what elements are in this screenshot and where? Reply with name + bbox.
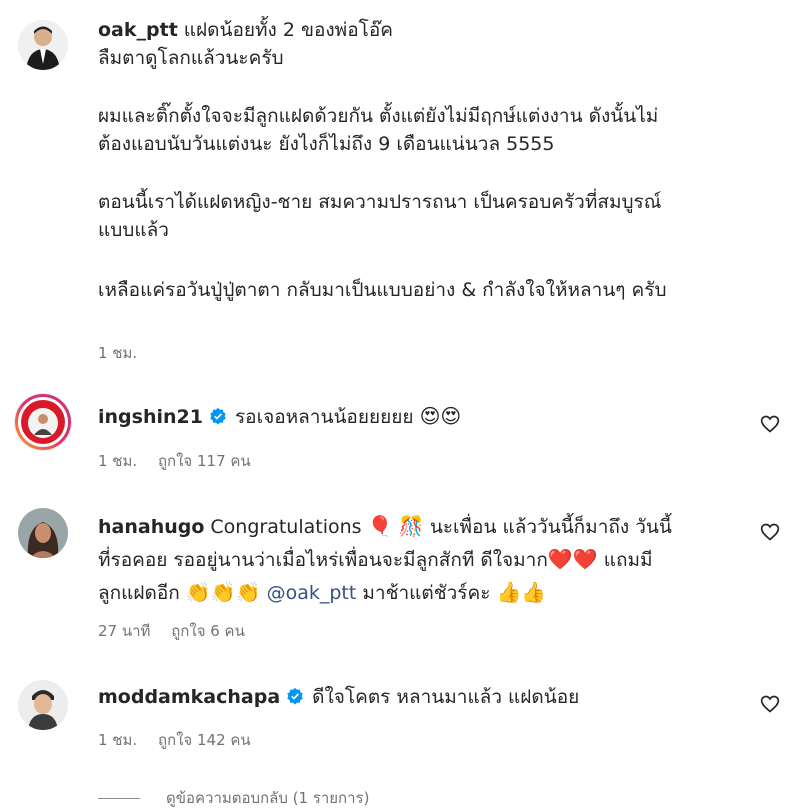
avatar-ingshin21[interactable] xyxy=(14,393,72,451)
avatar-hanahugo[interactable] xyxy=(18,508,68,558)
heart-outline-icon[interactable] xyxy=(760,522,780,542)
avatar-image xyxy=(18,680,68,730)
username[interactable]: moddamkachapa xyxy=(98,686,280,708)
avatar-moddamkachapa[interactable] xyxy=(18,680,68,730)
comment-paragraph: ตอนนี้เราได้แฝดหญิง-ชาย สมความปรารถนา เป… xyxy=(98,191,662,241)
emoji: 😍😍 xyxy=(419,404,462,428)
emoji: 🎈 🎊 xyxy=(367,514,424,538)
comment-paragraph: เหลือแค่รอวันปู่ปู่ตาตา กลับมาเป็นแบบอย่… xyxy=(98,279,667,301)
comment-likes[interactable]: ถูกใจ 6 คน xyxy=(171,622,245,640)
avatar-oak_ptt[interactable] xyxy=(18,20,68,70)
replies-divider xyxy=(98,797,140,799)
avatar-image xyxy=(18,508,68,558)
view-replies-label: ดูข้อความตอบกลับ (1 รายการ) xyxy=(166,789,370,807)
comment-text: แถมมี xyxy=(603,549,653,571)
comment-time: 1 ชม. xyxy=(98,731,138,749)
comment-text: Congratulations xyxy=(210,516,362,538)
avatar-image xyxy=(15,394,71,450)
comment-likes[interactable]: ถูกใจ 142 คน xyxy=(158,731,251,749)
emoji: 👏👏👏 xyxy=(185,580,261,604)
emoji: ❤️❤️ xyxy=(547,547,598,571)
comment-text: รอเจอหลานน้อยยยยย xyxy=(234,406,414,428)
emoji: 👍👍 xyxy=(496,580,547,604)
heart-outline-icon[interactable] xyxy=(760,694,780,714)
comment-line: ลูกแฝดอีก 👏👏👏 @oak_ptt มาช้าแต่ชัวร์คะ 👍… xyxy=(98,578,758,607)
comment-first-line: moddamkachapa ดีใจโคตร หลานมาแล้ว แฝดน้อย xyxy=(98,683,758,711)
view-replies-button[interactable]: ดูข้อความตอบกลับ (1 รายการ) xyxy=(98,786,369,810)
comment-line: hanahugo Congratulations 🎈 🎊 นะเพื่อน แล้… xyxy=(98,512,758,541)
comment-meta: 27 นาที ถูกใจ 6 คน xyxy=(98,619,261,643)
comment-time: 1 ชม. xyxy=(98,452,138,470)
comment-meta: 1 ชม. ถูกใจ 117 คน xyxy=(98,449,267,473)
mention-link[interactable]: @oak_ptt xyxy=(267,582,357,604)
comment-text: ที่รอคอย รออยู่นานว่าเมื่อไหร่เพื่อนจะมี… xyxy=(98,549,548,571)
comment-meta: 1 ชม. xyxy=(98,341,153,365)
heart-outline-icon[interactable] xyxy=(760,414,780,434)
username[interactable]: hanahugo xyxy=(98,516,204,538)
comment-time: 1 ชม. xyxy=(98,344,138,362)
comment-line: ที่รอคอย รออยู่นานว่าเมื่อไหร่เพื่อนจะมี… xyxy=(98,545,758,574)
username[interactable]: ingshin21 xyxy=(98,406,203,428)
comment-first-line: oak_ptt แฝดน้อยทั้ง 2 ของพ่อโอ๊ค xyxy=(98,16,758,44)
comment-time: 27 นาที xyxy=(98,622,151,640)
verified-badge-icon xyxy=(209,405,227,425)
comment-meta: 1 ชม. ถูกใจ 142 คน xyxy=(98,728,267,752)
comment-text: นะเพื่อน แล้ววันนี้ก็มาถึง วันนี้ xyxy=(429,516,672,538)
comment-first-line: ingshin21 รอเจอหลานน้อยยยยย 😍😍 xyxy=(98,402,758,431)
verified-badge-icon xyxy=(286,685,304,705)
avatar-image xyxy=(18,20,68,70)
comment-text: ลูกแฝดอีก xyxy=(98,582,180,604)
comment-text: ดีใจโคตร หลานมาแล้ว แฝดน้อย xyxy=(312,686,580,708)
comment-likes[interactable]: ถูกใจ 117 คน xyxy=(158,452,251,470)
comment-paragraph: ลืมตาดูโลกแล้วนะครับ xyxy=(98,47,284,69)
comment-text: แฝดน้อยทั้ง 2 ของพ่อโอ๊ค xyxy=(183,19,393,41)
comment-text: มาช้าแต่ชัวร์คะ xyxy=(362,582,491,604)
comment-paragraph: ผมและติ๊กตั้งใจจะมีลูกแฝดด้วยกัน ตั้งแต่… xyxy=(98,105,659,155)
username[interactable]: oak_ptt xyxy=(98,19,178,41)
